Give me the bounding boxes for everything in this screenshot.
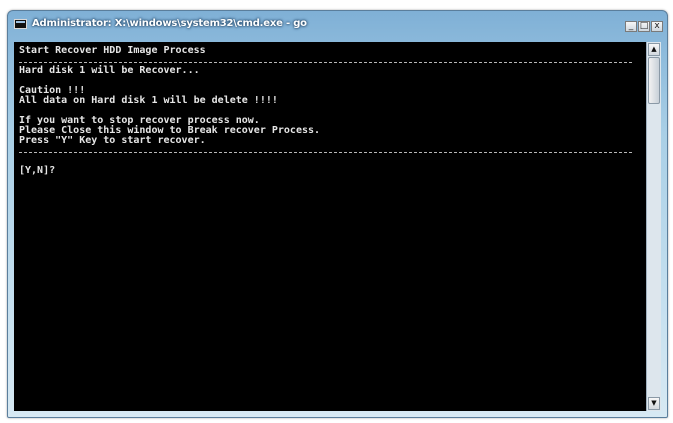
window-title: Administrator: X:\windows\system32\cmd.e… bbox=[32, 18, 307, 29]
scroll-thumb[interactable] bbox=[648, 57, 660, 104]
window-controls: _ □ x bbox=[625, 21, 663, 32]
vertical-scrollbar[interactable]: ▲ ▼ bbox=[646, 42, 661, 411]
console-line-warning: All data on Hard disk 1 will be delete !… bbox=[19, 95, 278, 106]
separator-line bbox=[19, 56, 644, 66]
console-prompt: [Y,N]? bbox=[19, 165, 56, 176]
cmd-window: Administrator: X:\windows\system32\cmd.e… bbox=[7, 10, 668, 418]
minimize-button[interactable]: _ bbox=[625, 21, 637, 32]
maximize-button[interactable]: □ bbox=[638, 21, 650, 32]
console-text-area: Start Recover HDD Image Process Hard dis… bbox=[19, 46, 644, 176]
console-line-heading: Start Recover HDD Image Process bbox=[19, 45, 206, 56]
console-line-press-info: Press "Y" Key to start recover. bbox=[19, 135, 206, 146]
cmd-icon[interactable] bbox=[14, 19, 27, 29]
console-output[interactable]: Start Recover HDD Image Process Hard dis… bbox=[14, 42, 648, 411]
arrow-down-icon[interactable]: ▼ bbox=[648, 397, 660, 410]
close-button[interactable]: x bbox=[651, 21, 663, 32]
console-line-status: Hard disk 1 will be Recover... bbox=[19, 65, 200, 76]
title-bar[interactable]: Administrator: X:\windows\system32\cmd.e… bbox=[8, 11, 667, 39]
separator-line bbox=[19, 146, 644, 156]
arrow-up-icon[interactable]: ▲ bbox=[648, 43, 660, 56]
